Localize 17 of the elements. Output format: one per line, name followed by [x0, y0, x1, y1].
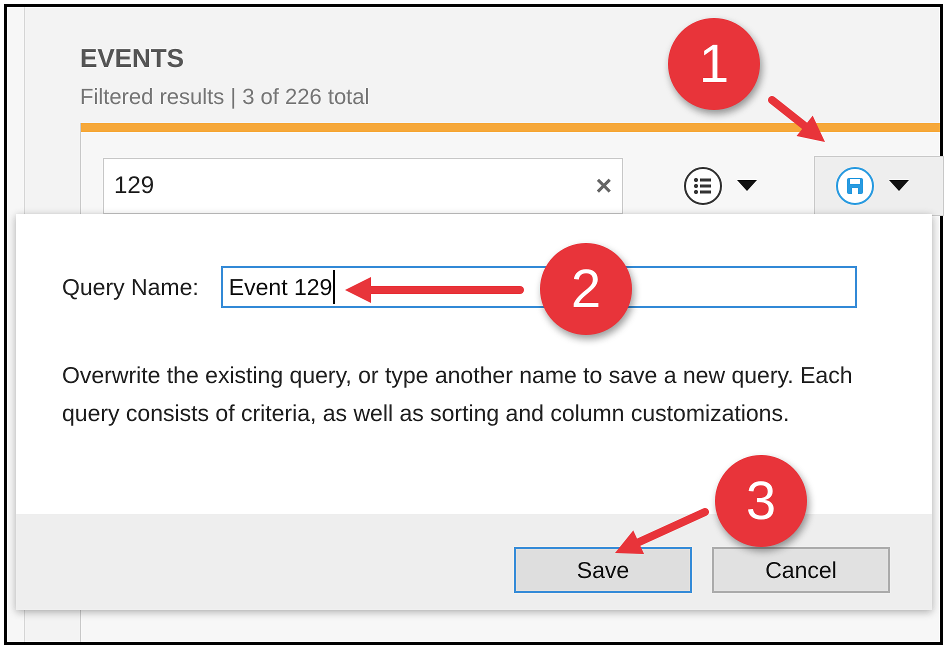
- query-name-value: Event 129: [228, 270, 336, 304]
- caret-icon: [737, 180, 757, 192]
- results-summary: Filtered results | 3 of 226 total: [80, 83, 370, 111]
- dialog-description: Overwrite the existing query, or type another name to save a new query. Each query consists of criteria, as well as sorting and column customizations.: [62, 361, 854, 428]
- caret-icon: [889, 180, 909, 192]
- list-menu-button[interactable]: [683, 166, 757, 206]
- arrow: [768, 96, 825, 142]
- cancel-button[interactable]: Cancel: [712, 547, 890, 593]
- list-icon: [683, 166, 723, 206]
- search-field[interactable]: 129 ×: [103, 158, 623, 214]
- search-value: 129: [114, 171, 156, 201]
- section-title: EVENTS: [80, 42, 184, 75]
- field-label: Query Name:: [62, 272, 199, 302]
- clear-button[interactable]: ×: [596, 165, 612, 207]
- save-icon: [835, 166, 875, 206]
- save-button[interactable]: Save: [514, 547, 692, 593]
- save-query-button[interactable]: [814, 156, 944, 216]
